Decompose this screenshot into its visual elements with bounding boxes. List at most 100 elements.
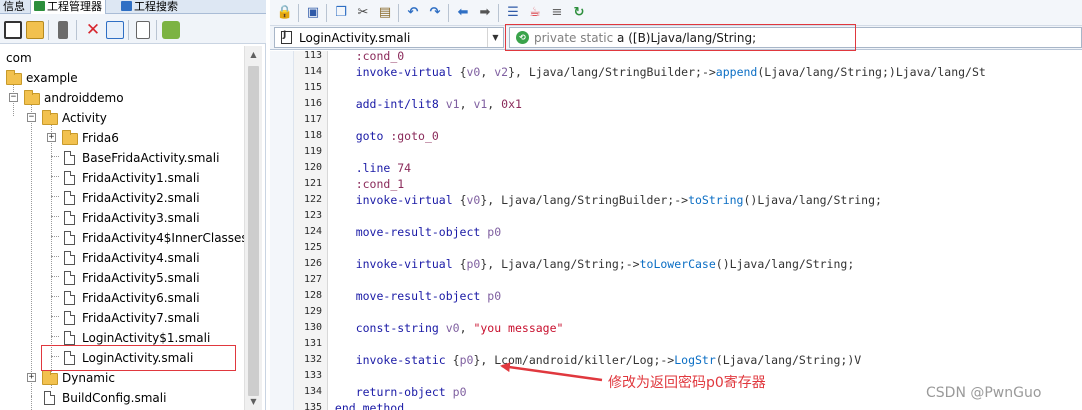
tree-node-androiddemo[interactable]: − androiddemo [0, 88, 160, 108]
redo-icon[interactable]: ↷ [426, 4, 444, 22]
expand-icon[interactable]: + [27, 373, 36, 382]
open-folder-icon[interactable] [26, 21, 44, 39]
code-line[interactable]: invoke-virtual {v0, v2}, Ljava/lang/Stri… [328, 64, 986, 80]
book-icon[interactable] [58, 21, 68, 39]
code-editor[interactable]: 113 114 115 116 117 118 119 120 121 122 123 124 125 1… [270, 51, 1082, 410]
code-token: .line [355, 161, 398, 175]
tree-node-label: Dynamic [62, 371, 115, 385]
file-icon [64, 251, 75, 265]
code-token: move-result-object [355, 289, 488, 303]
java-icon[interactable]: ☕ [526, 4, 544, 22]
tree-file-item[interactable]: BaseFridaActivity.smali [0, 148, 244, 168]
back-arrow-icon[interactable]: ⬅ [454, 4, 472, 22]
save-icon[interactable]: ▣ [304, 4, 322, 22]
tree-node-label: FridaActivity4.smali [82, 251, 200, 265]
code-line[interactable]: :cond_0 [328, 51, 404, 64]
folder-icon [62, 130, 78, 145]
code-token: { [459, 65, 467, 79]
tree-scrollbar[interactable]: ▲ ▼ [244, 46, 262, 410]
code-token: const-string [355, 321, 446, 335]
folder-icon [24, 90, 40, 105]
undo-icon[interactable]: ↶ [404, 4, 422, 22]
tree-node-frida6[interactable]: + Frida6 [0, 128, 160, 148]
code-token: invoke-virtual [355, 193, 460, 207]
tree-node-label: FridaActivity1.smali [82, 171, 200, 185]
code-token: toLowerCase [639, 257, 716, 271]
code-line[interactable]: const-string v0, "you message" [328, 320, 564, 336]
expand-icon[interactable]: + [47, 133, 56, 142]
code-area[interactable]: :cond_0 invoke-virtual {v0, v2}, Ljava/l… [328, 51, 1082, 410]
code-token: return-object [355, 385, 453, 399]
lock-icon[interactable]: 🔒 [276, 4, 294, 22]
code-line[interactable]: return-object p0 [328, 384, 467, 400]
tree-file-item[interactable]: FridaActivity7.smali [0, 308, 244, 328]
export-icon[interactable] [106, 21, 124, 39]
code-token: , [459, 97, 474, 111]
file-icon [64, 311, 75, 325]
project-search-icon [121, 1, 132, 11]
editor-margin [270, 51, 294, 410]
collapse-icon[interactable]: − [27, 113, 36, 122]
scroll-up-icon[interactable]: ▲ [245, 46, 262, 63]
cut-icon[interactable]: ✂ [354, 4, 372, 22]
code-token: p0 [466, 257, 481, 271]
method-icon: ⟲ [516, 31, 529, 44]
scroll-down-icon[interactable]: ▼ [245, 393, 262, 410]
tree-file-item[interactable]: FridaActivity6.smali [0, 288, 244, 308]
file-icon [64, 271, 75, 285]
project-panel: 信息 工程管理器 工程搜索 ✕ com example − androiddem… [0, 0, 266, 410]
code-line[interactable]: invoke-virtual {v0}, Ljava/lang/StringBu… [328, 192, 882, 208]
refresh-icon[interactable]: ↻ [570, 4, 588, 22]
android-icon[interactable] [162, 21, 180, 39]
copy-icon[interactable]: ❐ [332, 4, 350, 22]
code-line[interactable]: .line 74 [328, 160, 411, 176]
line-number: 118 [303, 130, 322, 141]
code-token: }, Lcom/android/killer/Log;-> [473, 353, 675, 367]
code-line[interactable]: .end method [328, 400, 404, 410]
forward-arrow-icon[interactable]: ➡ [476, 4, 494, 22]
code-line[interactable]: move-result-object p0 [328, 288, 501, 304]
method-selector[interactable]: ⟲ private static a ([B)Ljava/lang/String… [509, 27, 1082, 48]
tree-file-item[interactable]: BuildConfig.smali [0, 388, 244, 408]
window-icon[interactable] [4, 21, 22, 39]
tree-file-item[interactable]: FridaActivity4.smali [0, 248, 244, 268]
tree-file-item[interactable]: FridaActivity3.smali [0, 208, 244, 228]
document-icon[interactable] [136, 21, 150, 39]
list-icon[interactable]: ≡ [548, 4, 566, 22]
code-line[interactable]: add-int/lit8 v1, v1, 0x1 [328, 96, 522, 112]
code-token: ()Ljava/lang/String; [743, 193, 882, 207]
tab-info[interactable]: 信息 [0, 0, 28, 14]
tree-node-dynamic[interactable]: + Dynamic [0, 368, 160, 388]
selected-file-highlight [41, 345, 236, 371]
scrollbar-thumb[interactable] [248, 66, 259, 396]
line-number: 127 [303, 274, 322, 285]
tree-file-item[interactable]: FridaActivity4$InnerClasses.s [0, 228, 244, 248]
tab-project-search[interactable]: 工程搜索 [118, 0, 181, 14]
method-signature: a ([B)Ljava/lang/String; [617, 31, 757, 45]
collapse-icon[interactable]: − [9, 93, 18, 102]
file-selector[interactable]: LoginActivity.smali ▼ [274, 27, 504, 48]
folder-icon [42, 370, 58, 385]
code-line[interactable]: goto :goto_0 [328, 128, 439, 144]
tree-node-example[interactable]: example [0, 68, 120, 88]
code-line[interactable]: invoke-virtual {p0}, Ljava/lang/String;-… [328, 256, 855, 272]
tab-project-manager[interactable]: 工程管理器 [30, 0, 106, 14]
line-number: 130 [303, 322, 322, 333]
delete-icon[interactable]: ✕ [84, 21, 102, 39]
paste-icon[interactable]: ▤ [376, 4, 394, 22]
code-line[interactable]: invoke-static {p0}, Lcom/android/killer/… [328, 352, 861, 368]
chevron-down-icon[interactable]: ▼ [487, 28, 503, 47]
code-token: :cond_0 [355, 51, 405, 63]
code-line[interactable]: move-result-object p0 [328, 224, 501, 240]
tree-file-item[interactable]: FridaActivity5.smali [0, 268, 244, 288]
tree-file-item[interactable]: FridaActivity2.smali [0, 188, 244, 208]
code-line[interactable]: :cond_1 [328, 176, 404, 192]
selector-row: LoginActivity.smali ▼ ⟲ private static a… [270, 26, 1082, 50]
tree-file-item[interactable]: FridaActivity1.smali [0, 168, 244, 188]
tree-node-activity[interactable]: − Activity [0, 108, 160, 128]
line-number: 121 [303, 178, 322, 189]
format-code-icon[interactable]: ☰ [504, 4, 522, 22]
